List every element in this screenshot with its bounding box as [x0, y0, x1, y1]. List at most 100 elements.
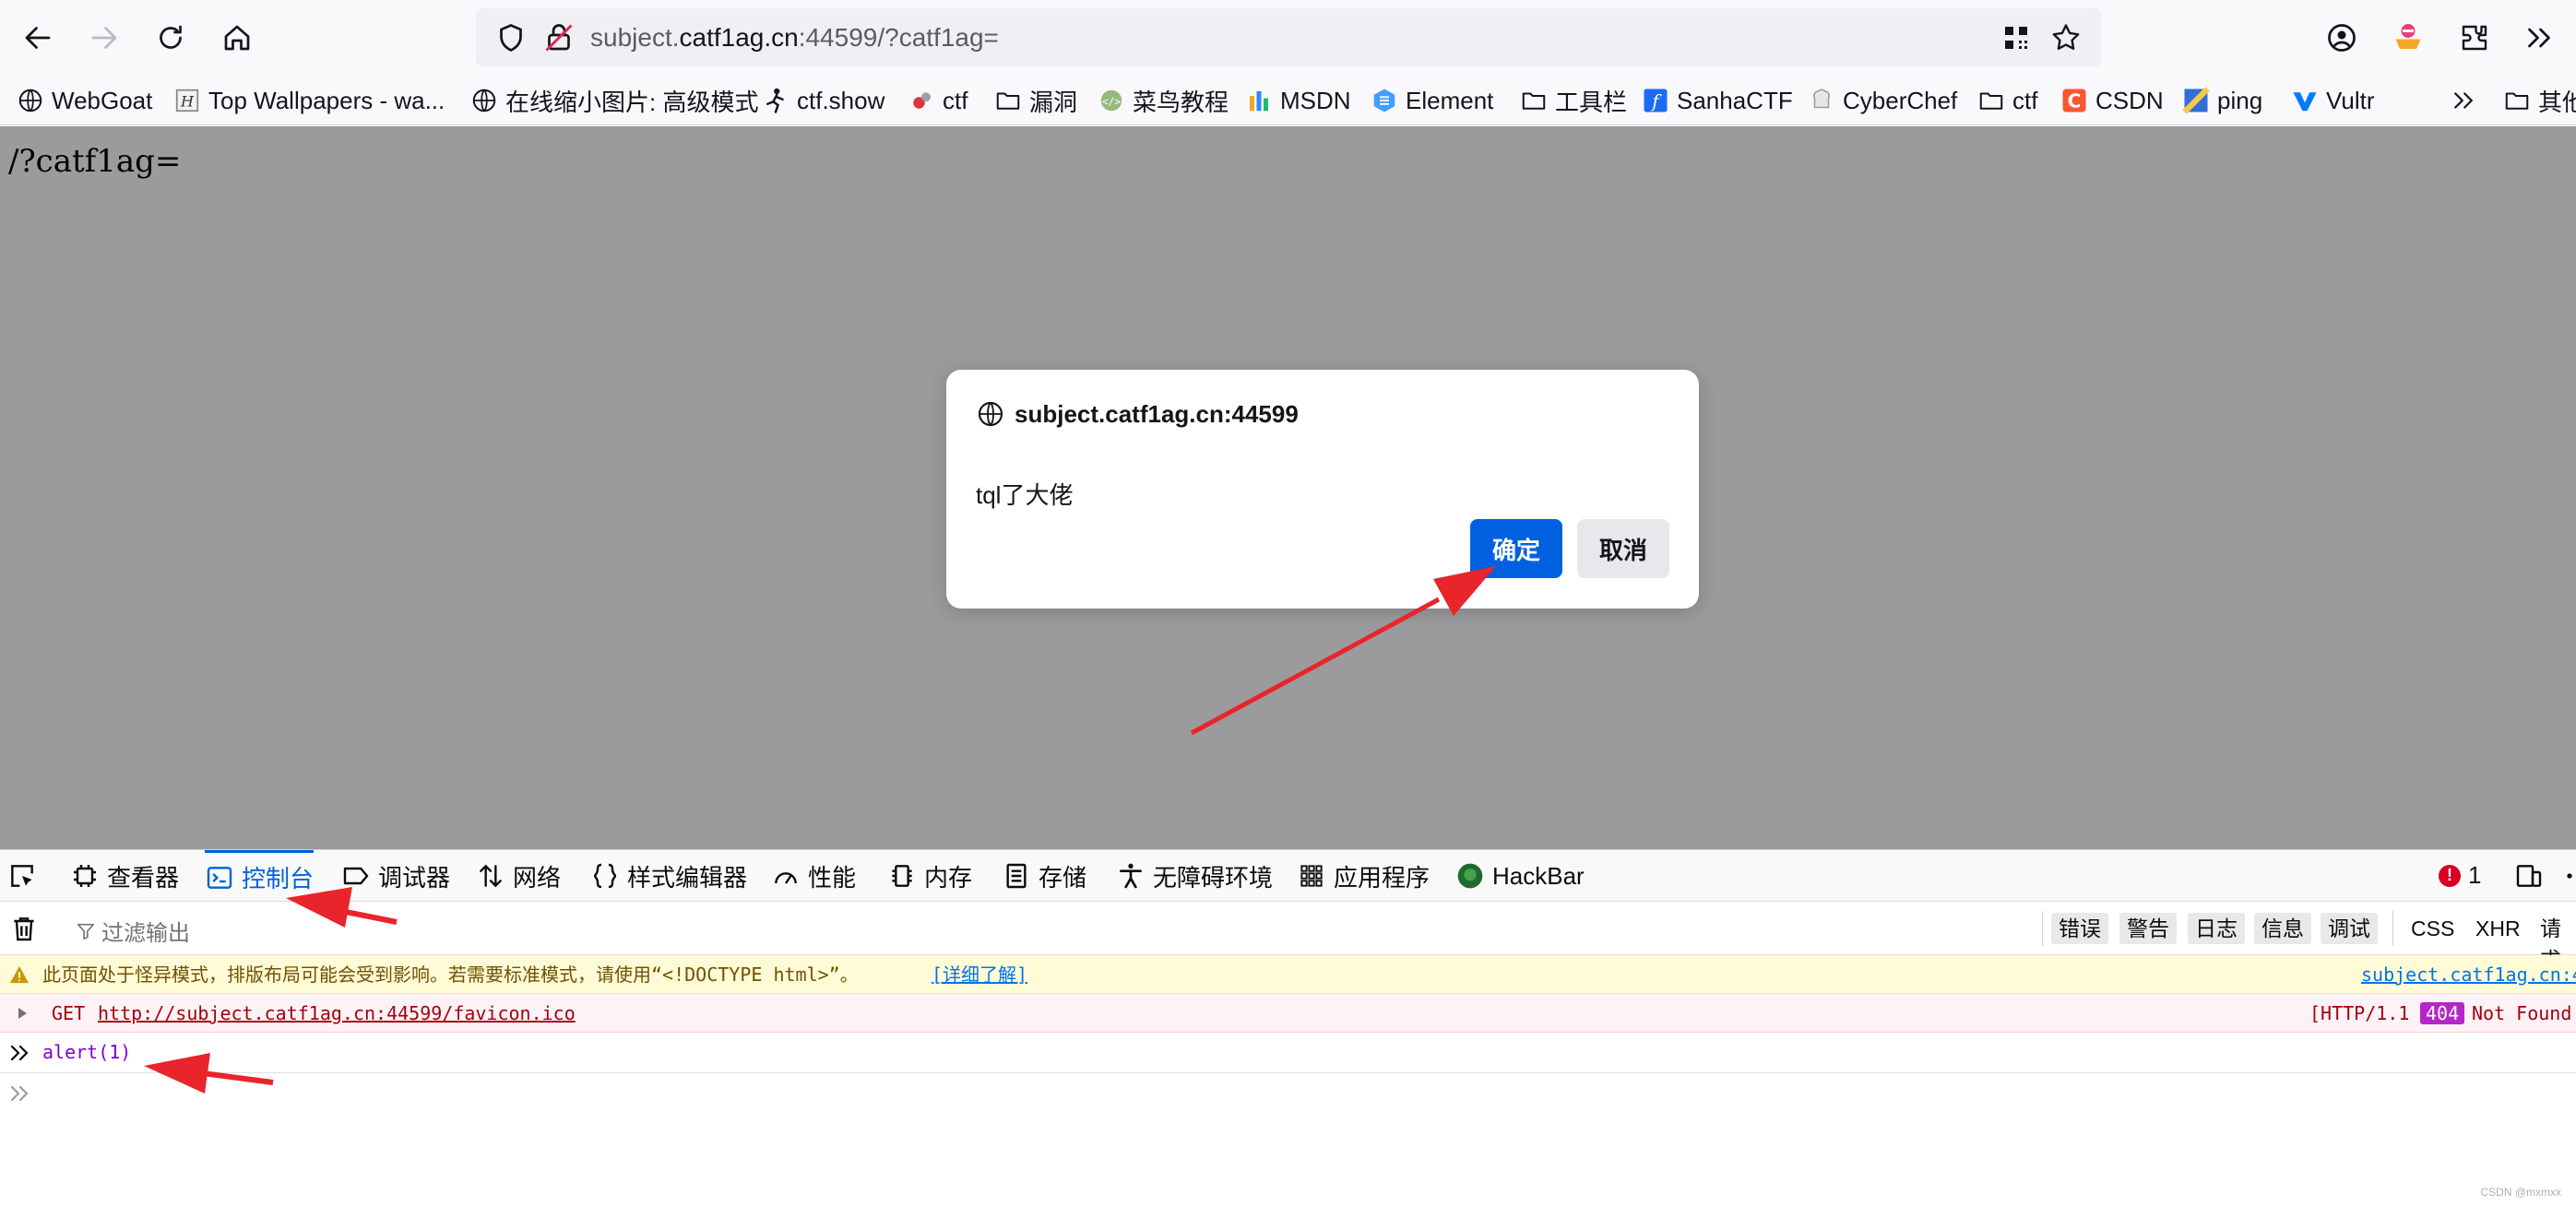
bookmark-sanhactf[interactable]: f SanhaCTF: [1642, 81, 1793, 120]
tab-storage[interactable]: 存储: [1002, 850, 1086, 902]
runoob-icon: </>: [1098, 87, 1125, 114]
bookmark-folder-other[interactable]: 其他: [2503, 81, 2576, 120]
bookmark-cyberchef[interactable]: CyberChef: [1808, 81, 1957, 120]
extension-hackbar-button[interactable]: [2383, 13, 2433, 63]
warning-source-link[interactable]: subject.catf1ag.cn:4: [2361, 955, 2576, 993]
tab-network[interactable]: 网络: [476, 850, 561, 902]
qr-code-icon[interactable]: [2000, 21, 2033, 54]
filter-css-button[interactable]: CSS: [2404, 913, 2462, 944]
extensions-button[interactable]: [2450, 13, 2499, 63]
puzzle-icon: [2462, 25, 2487, 51]
responsive-design-button[interactable]: [2514, 850, 2544, 902]
bookmarks-overflow-button[interactable]: [2450, 81, 2477, 120]
bookmark-ctfshow[interactable]: ctf.show: [762, 81, 884, 120]
tab-label: 性能: [808, 863, 857, 892]
devtools-more-button[interactable]: [2562, 850, 2576, 902]
tab-hackbar[interactable]: HackBar: [1455, 850, 1585, 902]
ok-button[interactable]: 确定: [1470, 519, 1562, 578]
url-suffix: :44599/?catf1ag=: [798, 23, 999, 52]
svg-text:H: H: [180, 92, 195, 110]
bookmark-msdn[interactable]: MSDN: [1245, 81, 1351, 120]
filter-xhr-button[interactable]: XHR: [2468, 913, 2528, 944]
filter-warnings-button[interactable]: 警告: [2119, 913, 2177, 944]
bookmark-webgoat[interactable]: WebGoat: [17, 81, 152, 120]
cancel-button[interactable]: 取消: [1577, 519, 1669, 578]
bookmark-vultr[interactable]: Vultr: [2291, 81, 2375, 120]
globe-icon: [17, 87, 44, 114]
filter-info-button[interactable]: 信息: [2254, 913, 2311, 944]
bookmark-folder-ctf[interactable]: ctf: [1977, 81, 2037, 120]
performance-icon: [775, 872, 797, 884]
bookmark-ping[interactable]: ping: [2182, 81, 2262, 120]
accessibility-icon: [1120, 863, 1142, 889]
tab-label: 查看器: [107, 863, 180, 892]
filter-output-input[interactable]: 过滤输出: [76, 915, 190, 947]
bookmark-element[interactable]: Element: [1371, 81, 1493, 120]
bookmark-ctf-site[interactable]: ctf: [908, 81, 967, 120]
memory-icon: [892, 865, 912, 887]
home-button[interactable]: [212, 13, 262, 63]
folder-icon: [1977, 87, 2005, 114]
tab-label: 应用程序: [1334, 863, 1430, 892]
bookmark-label: Element: [1406, 86, 1494, 114]
console-icon: [207, 866, 232, 889]
filter-errors-button[interactable]: 错误: [2051, 913, 2108, 944]
bookmark-label: 菜鸟教程: [1133, 88, 1229, 116]
insecure-lock-icon[interactable]: [542, 21, 576, 54]
overflow-menu-button[interactable]: [2514, 13, 2564, 63]
bookmarks-toolbar: WebGoat H Top Wallpapers - wa... 在线缩小图片:…: [0, 76, 2576, 125]
element-picker-button[interactable]: [7, 850, 37, 902]
learn-more-link[interactable]: [详细了解]: [932, 955, 1027, 993]
tab-console[interactable]: 控制台: [205, 850, 315, 902]
url-text[interactable]: subject.catf1ag.cn:44599/?catf1ag=: [590, 8, 999, 67]
bookmark-label: CyberChef: [1843, 86, 1958, 114]
error-count: 1: [2468, 861, 2482, 889]
reload-button[interactable]: [146, 13, 196, 63]
tab-label: 内存: [924, 863, 973, 892]
input-command: alert(1): [42, 1041, 132, 1063]
dialog-title: subject.catf1ag.cn:44599: [976, 396, 1299, 432]
star-icon[interactable]: [2049, 21, 2083, 54]
request-url-link[interactable]: http://subject.catf1ag.cn:44599/favicon.…: [98, 994, 576, 1032]
shield-icon[interactable]: [494, 21, 528, 54]
filter-debug-button[interactable]: 调试: [2321, 913, 2378, 944]
home-icon: [224, 25, 250, 51]
bookmark-top-wallpapers[interactable]: H Top Wallpapers - wa...: [173, 81, 445, 120]
bookmark-csdn[interactable]: C CSDN: [2060, 81, 2164, 120]
bookmark-label: Vultr: [2326, 86, 2375, 114]
forward-button[interactable]: [79, 13, 129, 63]
bookmark-label: ping: [2217, 86, 2263, 114]
folder-icon: [1520, 87, 1548, 114]
console-prompt-input[interactable]: [0, 1073, 2576, 1114]
vultr-icon: [2291, 87, 2319, 114]
tab-style-editor[interactable]: 样式编辑器: [590, 850, 747, 902]
tab-performance[interactable]: 性能: [771, 850, 856, 902]
filter-requests-button[interactable]: 请求: [2533, 913, 2576, 972]
tab-debugger[interactable]: 调试器: [341, 850, 450, 902]
hackbar-extension-icon: [2395, 24, 2421, 49]
arrow-right-icon: [91, 27, 117, 49]
tab-memory[interactable]: 内存: [887, 850, 972, 902]
inspector-icon: [74, 865, 96, 887]
filter-logs-button[interactable]: 日志: [2188, 913, 2245, 944]
address-bar[interactable]: subject.catf1ag.cn:44599/?catf1ag=: [476, 8, 2101, 67]
tab-accessibility[interactable]: 无障碍环境: [1116, 850, 1273, 902]
bookmark-folder-vuln[interactable]: 漏洞: [994, 81, 1077, 120]
msdn-icon: [1245, 87, 1273, 114]
tab-label: 网络: [513, 863, 562, 892]
arrow-left-icon: [25, 27, 51, 49]
tab-application[interactable]: 应用程序: [1297, 850, 1430, 902]
bookmark-runoob[interactable]: </> 菜鸟教程: [1098, 81, 1229, 120]
account-button[interactable]: [2317, 13, 2367, 63]
error-count-indicator[interactable]: ! 1: [2439, 861, 2481, 890]
tab-inspector[interactable]: 查看器: [70, 850, 179, 902]
wallpaper-icon: H: [173, 87, 201, 114]
bookmark-folder-tools[interactable]: 工具栏: [1520, 81, 1627, 120]
element-picker-icon: [11, 865, 33, 887]
devtools-tab-bar: 查看器 控制台 调试器 网络 样式编辑器 性能 内存 存储 无障碍环境 应用程序…: [0, 850, 2576, 902]
back-button[interactable]: [13, 13, 63, 63]
bookmark-label: ctf: [2012, 86, 2038, 114]
clear-console-button[interactable]: [9, 902, 39, 955]
bookmark-image-resize[interactable]: 在线缩小图片: 高级模式: [470, 81, 758, 120]
expand-arrow-icon[interactable]: [17, 1007, 28, 1020]
